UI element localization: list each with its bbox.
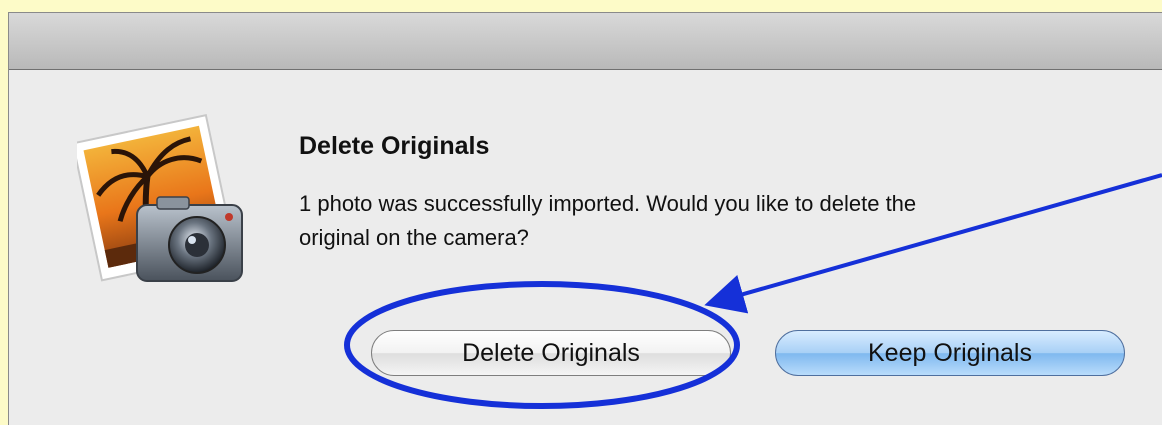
delete-originals-button[interactable]: Delete Originals [371,330,731,376]
alert-dialog: Delete Originals 1 photo was successfull… [8,12,1162,425]
iphoto-camera-icon [77,113,243,282]
dialog-message: 1 photo was successfully imported. Would… [299,191,917,250]
dialog-title: Delete Originals [299,132,490,160]
keep-originals-button[interactable]: Keep Originals [775,330,1125,376]
dialog-titlebar [9,13,1162,70]
